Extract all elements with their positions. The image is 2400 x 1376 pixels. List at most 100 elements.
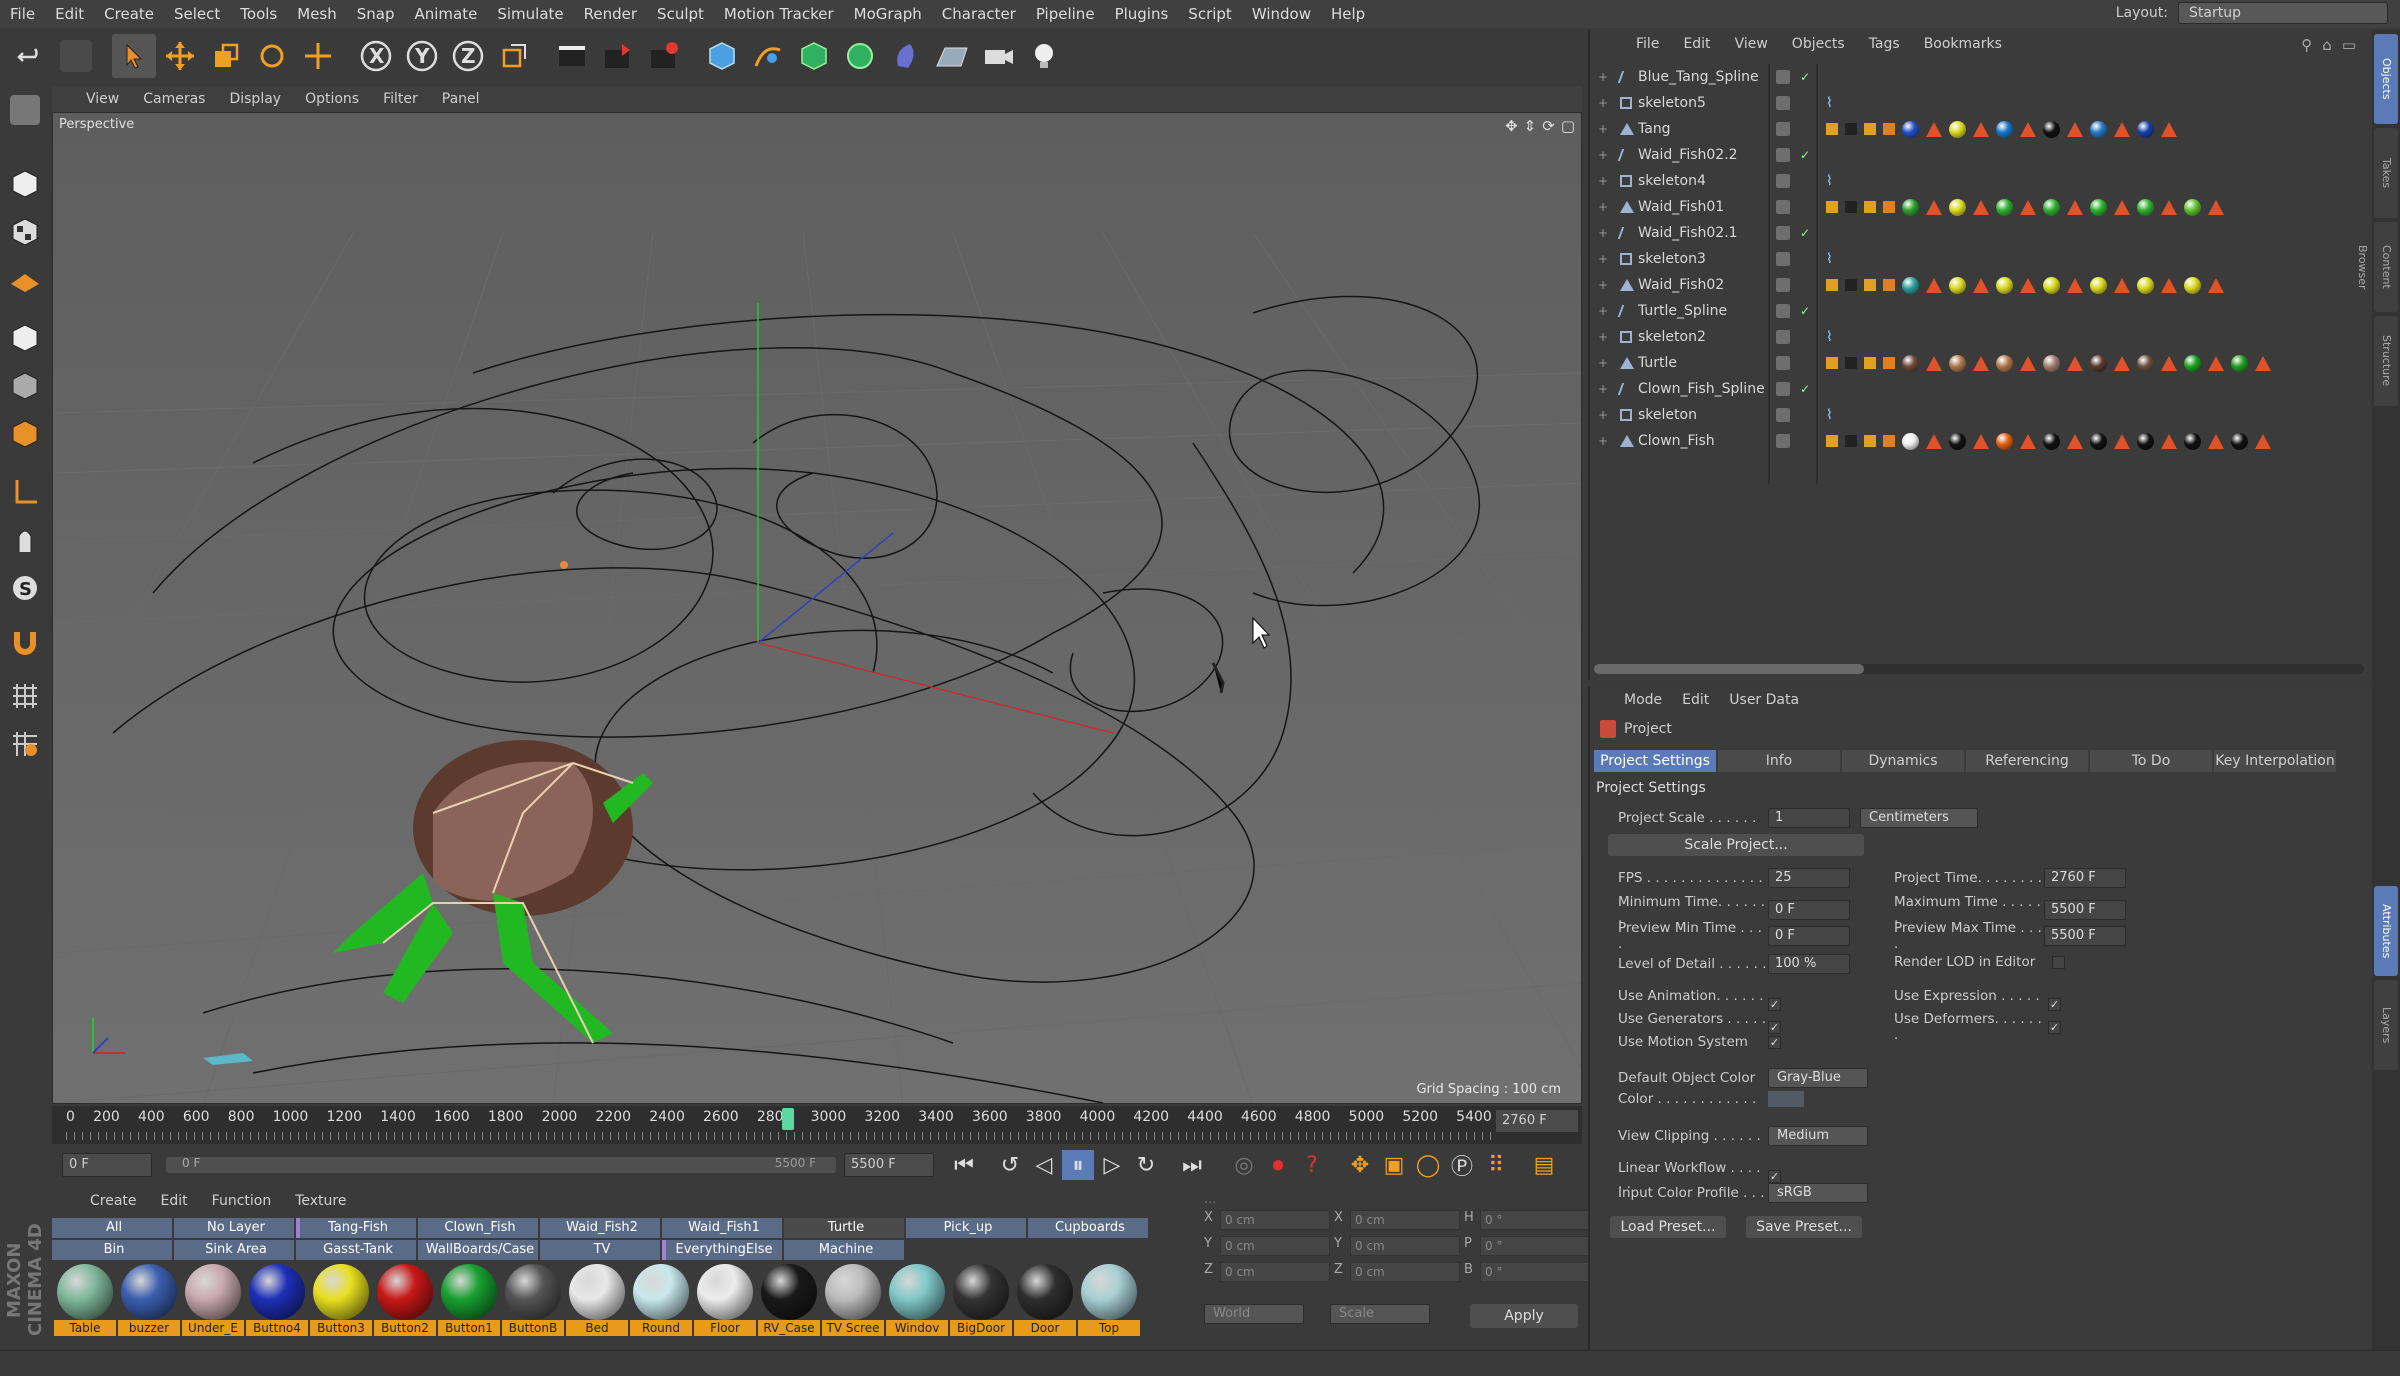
material-item[interactable]: Round (630, 1264, 692, 1338)
object-row[interactable]: + Turtle (1590, 350, 2370, 376)
object-row[interactable]: + Waid_Fish01 (1590, 194, 2370, 220)
scheme-icon[interactable]: ▤ (1528, 1150, 1560, 1180)
object-row[interactable]: + Blue_Tang_Spline ✓ (1590, 64, 2370, 90)
texture-tag-icon[interactable] (2255, 355, 2271, 371)
layer-button-tang-fish[interactable]: Tang-Fish (296, 1218, 416, 1238)
material-tag-icon[interactable] (2231, 432, 2248, 450)
texture-tag-icon[interactable] (2114, 433, 2130, 449)
visibility-toggle[interactable] (1776, 330, 1790, 344)
use-expression-checkbox[interactable]: ✓ (2048, 997, 2061, 1011)
menu-window[interactable]: Window (1242, 0, 1321, 28)
material-tag-icon[interactable] (1996, 198, 2013, 216)
menu-simulate[interactable]: Simulate (487, 0, 573, 28)
object-row[interactable]: + skeleton4 ⌇ (1590, 168, 2370, 194)
make-editable-icon[interactable] (3, 88, 47, 132)
object-tag-icon[interactable] (1826, 435, 1838, 447)
object-row[interactable]: + Clown_Fish_Spline ✓ (1590, 376, 2370, 402)
load-preset-button[interactable]: Load Preset... (1610, 1216, 1726, 1238)
pause-icon[interactable]: ⏸ (1062, 1150, 1094, 1180)
material-tag-icon[interactable] (1949, 354, 1966, 372)
ik-tag-icon[interactable]: ⌇ (1826, 173, 1833, 189)
object-tag-icon[interactable] (1845, 279, 1857, 291)
object-tag-icon[interactable] (1826, 357, 1838, 369)
layer-button-turtle[interactable]: Turtle (784, 1218, 904, 1238)
texture-tag-icon[interactable] (2020, 433, 2036, 449)
preview-max-field[interactable]: 5500 F (2044, 926, 2126, 946)
move-icon[interactable] (158, 34, 202, 78)
side-tab-content-browser[interactable]: Content Browser (2356, 222, 2398, 312)
layer-button-machine[interactable]: Machine (784, 1240, 904, 1260)
key-position-icon[interactable]: ✥ (1344, 1150, 1376, 1180)
y-axis-icon[interactable]: Y (400, 34, 444, 78)
menu-mograph[interactable]: MoGraph (844, 0, 932, 28)
texture-tag-icon[interactable] (2161, 433, 2177, 449)
material-item[interactable]: Under_E (182, 1264, 244, 1338)
expand-icon[interactable]: + (1598, 200, 1608, 214)
material-tag-icon[interactable] (1902, 432, 1919, 450)
visibility-toggle[interactable] (1776, 70, 1790, 84)
material-tag-icon[interactable] (1949, 120, 1966, 138)
current-frame-field[interactable]: 2760 F (1496, 1110, 1578, 1132)
visibility-toggle[interactable] (1776, 226, 1790, 240)
enabled-check-icon[interactable]: ✓ (1800, 148, 1810, 162)
preview-min-field[interactable]: 0 F (1768, 926, 1850, 946)
start-frame-field[interactable]: 0 F (62, 1153, 152, 1177)
timeline-ruler[interactable]: 0 200 400 600 800 1000 1200 1400 1600 1800 2000 220… (52, 1106, 1582, 1144)
material-tag-icon[interactable] (2137, 432, 2154, 450)
expand-icon[interactable]: + (1598, 252, 1608, 266)
enabled-check-icon[interactable]: ✓ (1800, 226, 1810, 240)
apply-button[interactable]: Apply (1470, 1304, 1578, 1328)
next-frame-icon[interactable]: ▷ (1096, 1150, 1128, 1180)
visibility-toggle[interactable] (1776, 122, 1790, 136)
next-key-icon[interactable]: ↻ (1130, 1150, 1162, 1180)
workplane-icon[interactable] (3, 258, 47, 302)
array-icon[interactable] (838, 34, 882, 78)
side-tab-attributes[interactable]: Attributes (2374, 886, 2398, 976)
material-tag-icon[interactable] (2090, 276, 2107, 294)
max-time-field[interactable]: 5500 F (2044, 900, 2126, 920)
material-item[interactable]: Top (1078, 1264, 1140, 1338)
menu-character[interactable]: Character (932, 0, 1026, 28)
expand-icon[interactable]: + (1598, 382, 1608, 396)
material-tag-icon[interactable] (2090, 354, 2107, 372)
enabled-check-icon[interactable]: ✓ (1800, 304, 1810, 318)
min-time-field[interactable]: 0 F (1768, 900, 1850, 920)
object-name[interactable]: Clown_Fish_Spline (1638, 381, 1765, 397)
input-profile-dropdown[interactable]: sRGB (1768, 1183, 1868, 1203)
layer-button-gasst-tank[interactable]: Gasst-Tank (296, 1240, 416, 1260)
texture-tag-icon[interactable] (2067, 121, 2083, 137)
view-clipping-dropdown[interactable]: Medium (1768, 1126, 1868, 1146)
object-name[interactable]: skeleton2 (1638, 329, 1758, 345)
object-row[interactable]: + skeleton2 ⌇ (1590, 324, 2370, 350)
object-menu-view[interactable]: View (1725, 36, 1778, 52)
object-row[interactable]: + Turtle_Spline ✓ (1590, 298, 2370, 324)
z-axis-icon[interactable]: Z (446, 34, 490, 78)
use-generators-checkbox[interactable]: ✓ (1768, 1020, 1781, 1034)
side-tab-structure[interactable]: Structure (2374, 316, 2398, 406)
menu-plugins[interactable]: Plugins (1105, 0, 1179, 28)
menu-render[interactable]: Render (574, 0, 647, 28)
object-tag-icon[interactable] (1826, 201, 1838, 213)
material-tag-icon[interactable] (2043, 432, 2060, 450)
object-row[interactable]: + Tang (1590, 116, 2370, 142)
end-frame-field[interactable]: 5500 F (844, 1153, 934, 1177)
layer-button-waid-fish1[interactable]: Waid_Fish1 (662, 1218, 782, 1238)
object-row[interactable]: + skeleton5 ⌇ (1590, 90, 2370, 116)
tab-key-interpolation[interactable]: Key Interpolation (2214, 750, 2336, 772)
material-menu-texture[interactable]: Texture (287, 1193, 354, 1209)
render-lod-checkbox[interactable] (2052, 955, 2065, 969)
texture-tag-icon[interactable] (1973, 355, 1989, 371)
object-menu-objects[interactable]: Objects (1782, 36, 1855, 52)
visibility-toggle[interactable] (1776, 200, 1790, 214)
menu-help[interactable]: Help (1321, 0, 1375, 28)
visibility-toggle[interactable] (1776, 174, 1790, 188)
texture-tag-icon[interactable] (2208, 355, 2224, 371)
coordinate-system-dropdown[interactable]: World (1204, 1304, 1304, 1324)
visibility-toggle[interactable] (1776, 252, 1790, 266)
object-name[interactable]: skeleton5 (1638, 95, 1758, 111)
record-active-icon[interactable]: ◎ (1228, 1150, 1260, 1180)
key-rotation-icon[interactable]: ◯ (1412, 1150, 1444, 1180)
tweak-mode-icon[interactable] (3, 518, 47, 562)
object-menu-bookmarks[interactable]: Bookmarks (1914, 36, 2012, 52)
material-tag-icon[interactable] (2043, 120, 2060, 138)
